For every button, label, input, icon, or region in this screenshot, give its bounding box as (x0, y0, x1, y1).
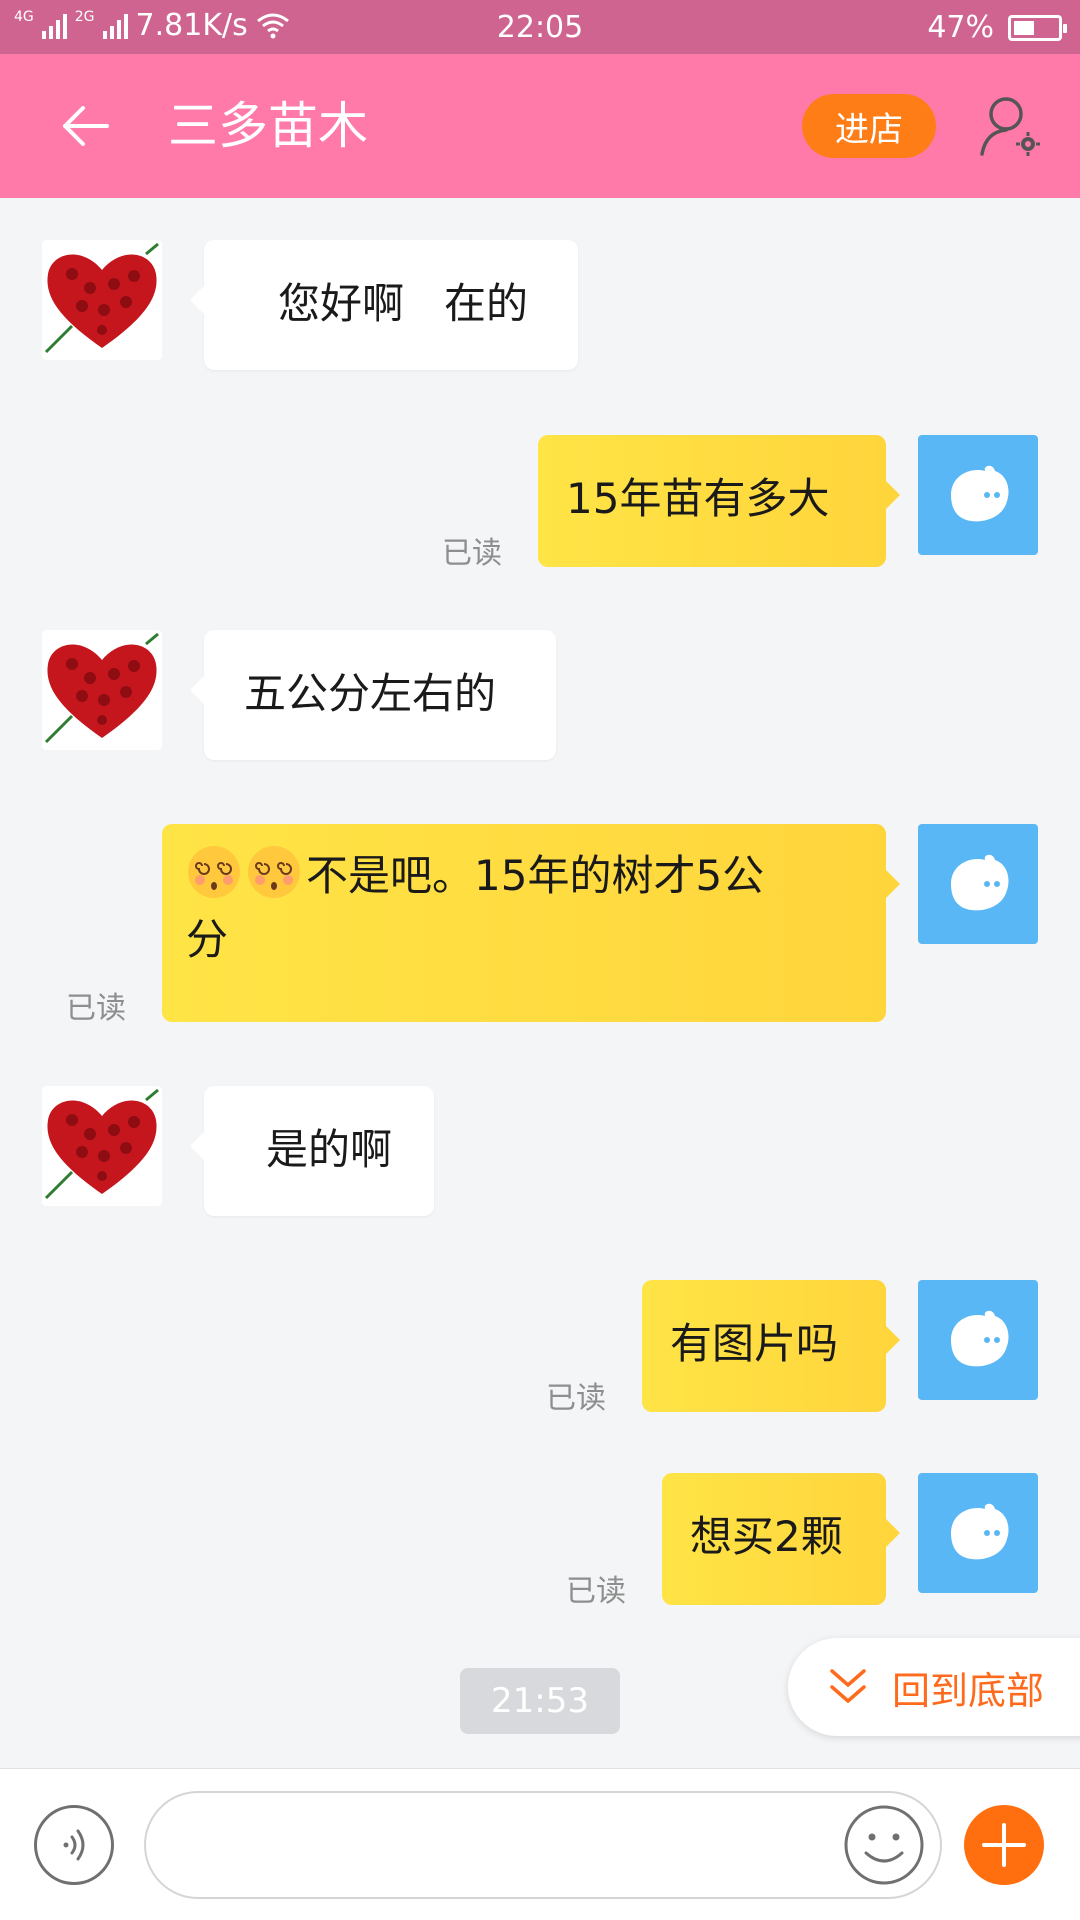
message-bubble[interactable]: 是的啊 (190, 1086, 434, 1216)
emoji-button[interactable] (842, 1803, 926, 1887)
smiley-icon (844, 1805, 924, 1885)
rose-heart-icon (44, 632, 159, 744)
clock: 22:05 (496, 10, 584, 45)
message-text: 不是吧。15年的树才5公 (306, 851, 765, 900)
my-avatar[interactable] (918, 435, 1038, 555)
wangwang-icon (951, 1310, 1009, 1367)
voice-button[interactable] (34, 1805, 114, 1885)
message-text-line2: 分 (186, 915, 229, 964)
seller-avatar[interactable] (42, 630, 162, 750)
seller-avatar[interactable] (42, 240, 162, 360)
message-text: 15年苗有多大 (566, 474, 830, 523)
message-text: 您好啊 在的 (278, 279, 529, 328)
double-chevron-down-icon (830, 1669, 866, 1703)
time-separator: 21:53 (460, 1668, 620, 1734)
input-bar (0, 1768, 1080, 1920)
battery-percent: 47% (927, 10, 994, 45)
message-text: 五公分左右的 (244, 669, 497, 718)
chat-header: 三多苗木 进店 (0, 54, 1080, 198)
message-text: 是的啊 (266, 1125, 393, 1174)
rose-heart-icon (44, 1088, 159, 1200)
read-status: 已读 (442, 536, 502, 571)
message-bubble[interactable]: 15年苗有多大 (538, 435, 900, 567)
enter-store-button[interactable]: 进店 (802, 94, 936, 158)
scroll-to-bottom-label: 回到底部 (892, 1668, 1045, 1713)
read-status: 已读 (546, 1381, 606, 1416)
user-settings-button[interactable] (976, 92, 1044, 160)
wangwang-icon (951, 465, 1009, 522)
voice-icon (63, 1829, 85, 1861)
my-avatar[interactable] (918, 1280, 1038, 1400)
wangwang-icon (951, 854, 1009, 911)
message-input[interactable] (144, 1791, 942, 1899)
read-status: 已读 (566, 1574, 626, 1609)
my-avatar[interactable] (918, 1473, 1038, 1593)
message-bubble[interactable]: 不是吧。15年的树才5公 分 (162, 824, 900, 1022)
plus-icon (982, 1823, 1026, 1867)
read-status: 已读 (66, 991, 126, 1026)
battery-icon (1008, 14, 1067, 41)
status-bar: 4G 2G 7.81K/s 22:05 47% (0, 0, 1080, 54)
wangwang-icon (951, 1503, 1009, 1560)
message-bubble[interactable]: 您好啊 在的 (190, 240, 578, 370)
message-bubble[interactable]: 有图片吗 (642, 1280, 900, 1412)
rose-heart-icon (44, 242, 159, 354)
seller-avatar[interactable] (42, 1086, 162, 1206)
message-text: 想买2颗 (690, 1512, 843, 1561)
message-text: 有图片吗 (670, 1319, 839, 1368)
back-arrow-icon (63, 106, 109, 146)
dizzy-face-emoji (248, 846, 300, 898)
message-bubble[interactable]: 五公分左右的 (190, 630, 556, 760)
status-right: 47% (927, 10, 1067, 45)
back-button[interactable] (50, 96, 120, 156)
chat-area[interactable]: 您好啊 在的 15年苗有多大 已读 五公分左右的 不是吧。15年的树才5公 分 … (0, 198, 1080, 1768)
scroll-to-bottom-button[interactable]: 回到底部 (788, 1638, 1080, 1736)
shop-title: 三多苗木 (168, 97, 368, 155)
my-avatar[interactable] (918, 824, 1038, 944)
more-actions-button[interactable] (964, 1805, 1044, 1885)
message-bubble[interactable]: 想买2颗 (662, 1473, 900, 1605)
user-settings-icon (980, 97, 1040, 156)
dizzy-face-emoji (188, 846, 240, 898)
